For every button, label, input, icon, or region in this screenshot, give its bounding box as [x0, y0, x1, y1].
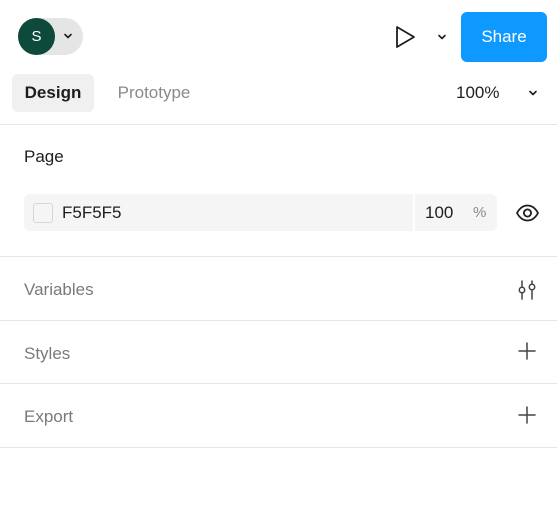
toolbar: S Share	[0, 0, 557, 74]
divider	[0, 383, 557, 384]
share-button[interactable]: Share	[461, 12, 547, 62]
chevron-down-icon[interactable]	[61, 29, 75, 43]
divider	[0, 320, 557, 321]
fill-opacity-input[interactable]: 100	[425, 194, 453, 231]
divider	[0, 447, 557, 448]
tab-prototype[interactable]: Prototype	[104, 74, 204, 112]
plus-icon[interactable]	[516, 340, 538, 362]
tab-design[interactable]: Design	[12, 74, 94, 112]
divider	[413, 194, 415, 231]
fill-hex-input[interactable]: F5F5F5	[62, 194, 122, 231]
variables-section-title[interactable]: Variables	[24, 280, 94, 300]
chevron-down-icon[interactable]	[526, 86, 540, 100]
page-fill-row: F5F5F5 100 %	[24, 194, 497, 231]
opacity-unit-label: %	[473, 204, 487, 221]
sliders-icon[interactable]	[516, 279, 538, 301]
zoom-level[interactable]: 100%	[456, 74, 499, 112]
play-icon[interactable]	[390, 22, 420, 52]
styles-section-title: Styles	[24, 344, 71, 363]
fill-color-swatch[interactable]	[33, 203, 53, 223]
avatar[interactable]: S	[18, 18, 55, 55]
user-menu-button[interactable]: S	[18, 18, 83, 55]
eye-icon[interactable]	[515, 201, 540, 225]
chevron-down-icon[interactable]	[435, 30, 449, 44]
divider	[0, 124, 557, 125]
plus-icon[interactable]	[516, 404, 538, 426]
page-section-title: Page	[24, 147, 64, 166]
divider	[0, 256, 557, 257]
export-section-title: Export	[24, 407, 74, 426]
